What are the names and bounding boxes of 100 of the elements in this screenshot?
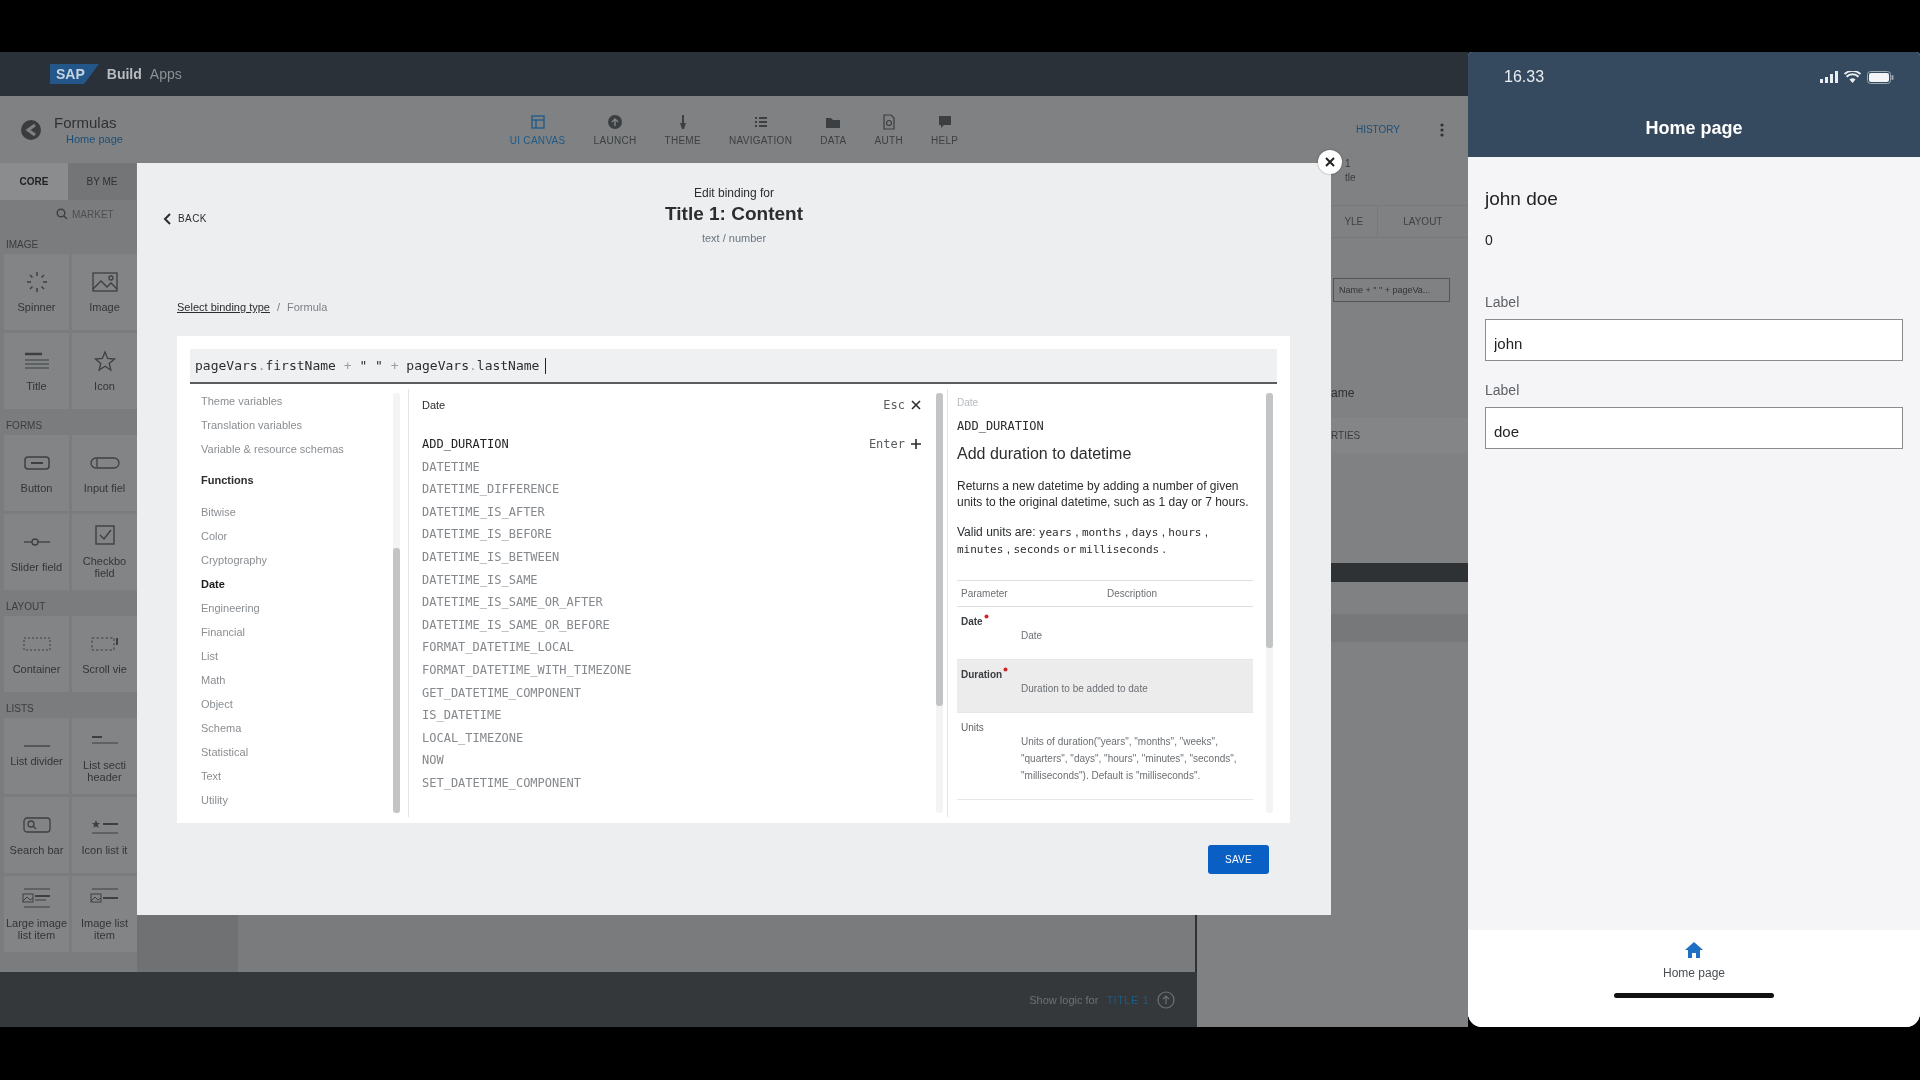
toolbar-tab[interactable]: AUTH [860,107,917,152]
component-tile[interactable]: List secti header [72,718,137,794]
toolbar-tab[interactable]: LAUNCH [579,107,651,152]
input-field[interactable]: doe [1485,407,1903,449]
name-text: john doe [1485,188,1559,210]
category-item[interactable]: Object [190,692,408,716]
component-tile[interactable]: Image list item [72,876,137,952]
page-link[interactable]: Home page [54,133,123,145]
function-item[interactable]: DATETIME [422,455,480,479]
component-tile[interactable]: Search bar [4,797,69,873]
toolbar-tab[interactable]: NAVIGATION [714,107,807,152]
scrollbar[interactable] [936,393,943,813]
panel-subtitle: tle [1344,171,1357,185]
tile-label: Search bar [9,844,64,856]
component-tile[interactable]: Slider field [4,514,69,590]
toolbar-tab[interactable]: DATA [806,107,861,152]
tile-label: Icon [94,380,115,392]
category-item[interactable]: Cryptography [190,548,408,572]
toolbar-tab[interactable]: THEME [650,107,715,152]
component-tile[interactable]: Input fiel [72,435,137,511]
parameter-description: Duration to be added to date [1021,682,1149,696]
history-link[interactable]: HISTORY [1355,124,1400,135]
parameter-description: Units of duration("years", "months", "weeks", "quarters", "days", "hours", "minutes", "seconds", "milliseconds"). Default is "milliseconds". [1021,735,1238,783]
logic-label: Show logic for [1029,993,1099,1006]
scrollbar[interactable] [1266,393,1273,813]
category-item[interactable]: Bitwise [190,500,408,524]
component-tile[interactable]: List divider [4,718,69,794]
component-tile[interactable]: Container [4,616,69,692]
category-item[interactable]: Color [190,524,408,548]
scrollbar[interactable] [393,393,400,813]
component-tile[interactable]: Title [4,333,69,409]
save-button[interactable]: SAVE [1208,845,1269,874]
image-list-icon [21,887,52,909]
category-item[interactable]: Schema [190,716,408,740]
project-title: Formulas [54,114,118,131]
function-item[interactable]: IS_DATETIME [422,704,502,727]
function-item[interactable]: DATETIME_IS_AFTER [422,500,545,524]
signal-icon [1820,71,1838,83]
function-item[interactable]: DATETIME_IS_SAME_OR_AFTER [422,591,603,614]
function-item[interactable]: DATETIME_IS_BEFORE [422,523,553,546]
toolbar-tab[interactable]: HELP [917,107,973,152]
category-item[interactable]: Translation variables [190,413,408,437]
component-tile[interactable]: Spinner [4,254,69,330]
category-item[interactable]: Utility [190,788,408,812]
category-item[interactable]: Math [190,668,408,692]
column-header: Parameter [961,588,1009,599]
function-item[interactable]: NOW [422,749,444,772]
expand-up-icon[interactable] [1157,990,1175,1009]
plus-icon[interactable] [911,439,921,450]
function-description: Returns a new datetime by adding a number of given units to the original datetime, such as 1 day or 7 hours. [957,478,1250,510]
component-tile[interactable]: Large image list item [4,876,69,952]
list-heading: Functions [200,473,255,488]
category-item[interactable]: Theme variables [190,389,408,413]
breadcrumb-link[interactable]: Select binding type [177,299,270,315]
function-item[interactable]: DATETIME_IS_BETWEEN [422,545,560,569]
tile-label: Input fiel [83,482,126,494]
component-tile[interactable]: Icon [72,333,137,409]
app-logo-icon [20,118,42,141]
category-item[interactable]: Date [190,572,408,596]
function-item[interactable]: DATETIME_IS_SAME_OR_BEFORE [422,613,610,637]
property-label: ame [1331,386,1356,400]
back-button[interactable]: BACK [161,210,209,227]
function-item[interactable]: DATETIME_IS_SAME [422,568,538,592]
component-tile[interactable]: Button [4,435,69,511]
category-item[interactable]: Variable & resource schemas [190,437,408,461]
tile-label: Title [26,380,47,392]
panel-tab[interactable]: CORE [0,163,68,200]
component-tile[interactable]: Scroll vie [72,616,137,692]
category-item[interactable]: Text [190,764,408,788]
function-item[interactable]: LOCAL_TIMEZONE [422,726,524,750]
required-icon [1003,667,1009,672]
logo: SAP [50,64,99,84]
function-item[interactable]: FORMAT_DATETIME_LOCAL [422,636,574,659]
panel-tab[interactable]: YLE [1331,206,1377,237]
chat-icon [936,113,953,130]
formula-field[interactable]: pageVars.firstName + " " + pageVars.lastName [190,349,1277,384]
toolbar-tab[interactable]: UI CANVAS [495,107,580,152]
binding-field[interactable]: Name + " " + pageVa... [1333,278,1450,302]
function-item[interactable]: SET_DATETIME_COMPONENT [422,771,581,795]
function-item[interactable]: FORMAT_DATETIME_WITH_TIMEZONE [422,658,632,682]
function-item[interactable]: GET_DATETIME_COMPONENT [422,681,581,705]
panel-tab[interactable]: BY ME [68,163,136,200]
component-tile[interactable]: Icon list it [72,797,137,873]
category-item[interactable]: Financial [190,620,408,644]
function-item[interactable]: DATETIME_DIFFERENCE [422,478,560,501]
search-icon [56,208,68,220]
category-item[interactable]: Statistical [190,740,408,764]
tab-bar-item[interactable]: Home page [1656,940,1731,981]
tile-label: Container [12,663,61,675]
category-item[interactable]: Engineering [190,596,408,620]
more-icon[interactable] [1440,122,1444,137]
section-title: IMAGE [5,238,40,252]
input-field[interactable]: john [1485,319,1903,361]
tile-label: List secti header [82,759,127,783]
function-item[interactable]: ADD_DURATION [422,433,509,456]
category-item[interactable]: List [190,644,408,668]
component-tile[interactable]: Checkbo field [72,514,137,590]
close-icon[interactable] [911,400,921,410]
component-tile[interactable]: Image [72,254,137,330]
tile-label: Large image list item [5,917,68,941]
